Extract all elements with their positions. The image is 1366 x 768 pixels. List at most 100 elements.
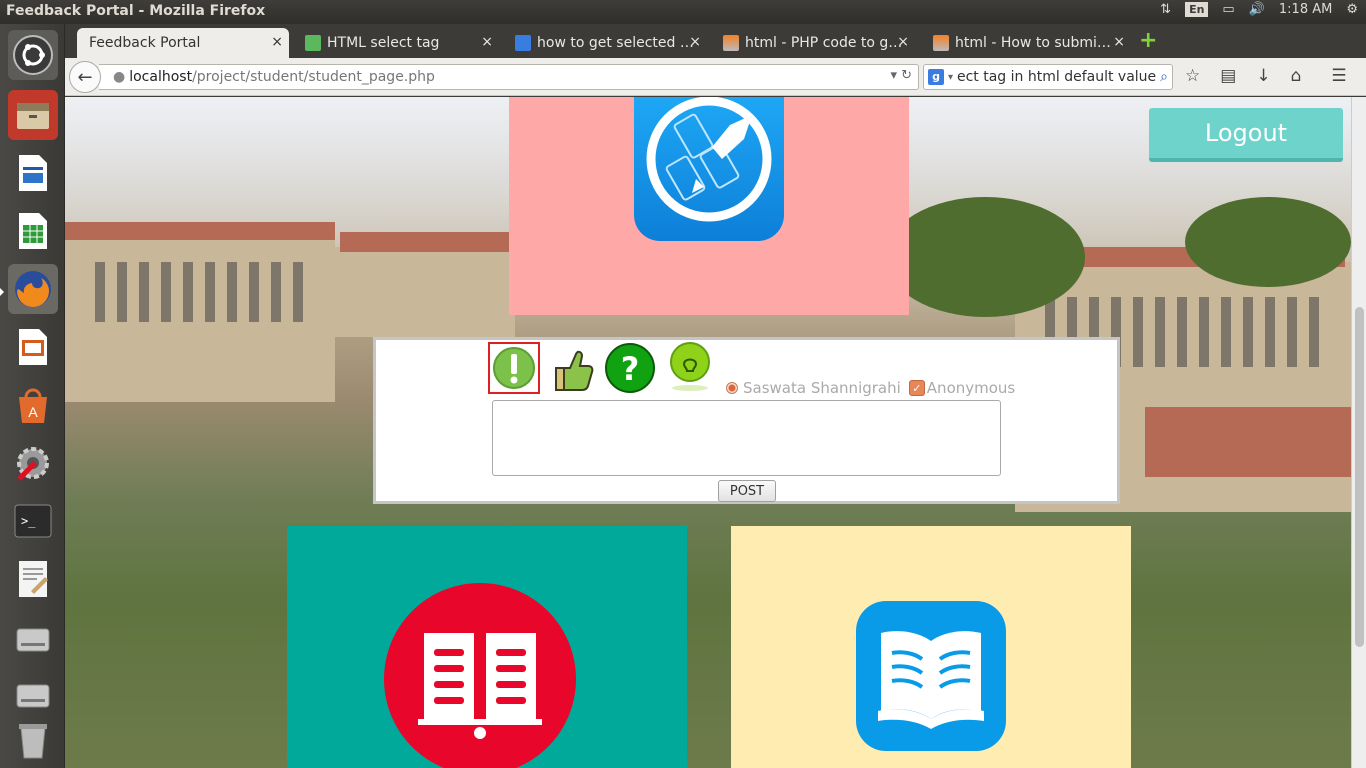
unity-launcher: A >_ xyxy=(0,24,65,768)
url-bar[interactable]: ● localhost/project/student/student_page… xyxy=(99,64,919,90)
close-icon[interactable]: × xyxy=(689,34,701,50)
app-flow-icon[interactable] xyxy=(634,97,784,241)
svg-text:?: ? xyxy=(621,350,640,388)
menu-icon[interactable]: ☰ xyxy=(1331,66,1346,86)
close-icon[interactable]: × xyxy=(1113,34,1125,50)
tab-feedback-portal[interactable]: Feedback Portal × xyxy=(77,28,289,58)
files-icon[interactable] xyxy=(8,90,58,140)
google-icon xyxy=(515,35,531,51)
active-app-indicator xyxy=(0,288,4,296)
search-input[interactable]: g ▾ select tag in html default value ⌕ xyxy=(923,64,1173,90)
globe-icon: ● xyxy=(113,69,126,85)
tab-how-to-submit[interactable]: html - How to submi… × xyxy=(921,28,1131,58)
bookmarks-list-icon[interactable]: ▤ xyxy=(1220,66,1236,86)
lightbulb-icon xyxy=(670,342,710,391)
page-scrollbar[interactable] xyxy=(1351,97,1366,768)
search-value: select tag in html default value xyxy=(957,69,1157,85)
panel-indicators: ⇅ En ▭ 🔊 1:18 AM ⚙ xyxy=(1160,2,1358,17)
search-icon[interactable]: ⌕ xyxy=(1160,69,1168,85)
feedback-type-idea[interactable] xyxy=(664,342,716,394)
drive-icon[interactable] xyxy=(8,614,58,664)
tab-strip: Feedback Portal × HTML select tag × how … xyxy=(65,24,1366,58)
back-button[interactable]: ← xyxy=(69,61,101,93)
battery-icon[interactable]: ▭ xyxy=(1222,2,1234,17)
tab-php-code[interactable]: html - PHP code to g… × xyxy=(711,28,915,58)
tab-label: html - How to submi… xyxy=(955,35,1111,51)
tab-html-select[interactable]: HTML select tag × xyxy=(293,28,499,58)
tab-label: HTML select tag xyxy=(327,35,440,51)
feedback-form: ? Saswata Shannigrahi ✓ Anonymous POST xyxy=(373,337,1120,504)
drive-icon[interactable] xyxy=(8,670,58,720)
home-icon[interactable]: ⌂ xyxy=(1291,66,1302,86)
question-icon: ? xyxy=(605,343,655,393)
download-icon[interactable]: ↓ xyxy=(1256,66,1270,86)
w3schools-icon xyxy=(305,35,321,51)
url-host: localhost xyxy=(129,69,193,85)
logout-button[interactable]: Logout xyxy=(1149,108,1343,162)
background-roof xyxy=(1145,407,1351,477)
close-icon[interactable]: × xyxy=(271,34,283,50)
keyboard-layout-indicator[interactable]: En xyxy=(1185,2,1209,17)
system-settings-icon[interactable] xyxy=(8,438,58,488)
firefox-icon[interactable] xyxy=(8,264,58,314)
feedback-type-like[interactable] xyxy=(548,342,600,394)
name-radio[interactable] xyxy=(726,382,738,394)
software-center-icon[interactable]: A xyxy=(8,380,58,430)
blue-book-icon xyxy=(856,601,1006,751)
close-icon[interactable]: × xyxy=(481,34,493,50)
feedback-type-warning[interactable] xyxy=(488,342,540,394)
anonymous-checkbox[interactable]: ✓ xyxy=(908,380,925,396)
reload-icon[interactable]: ▾ ↻ xyxy=(890,68,912,83)
background-tree xyxy=(885,197,1085,317)
background-building xyxy=(335,247,515,337)
text-editor-icon[interactable] xyxy=(8,554,58,604)
svg-text:A: A xyxy=(28,404,38,420)
google-icon: g xyxy=(928,69,944,85)
ubuntu-top-panel: Feedback Portal - Mozilla Firefox ⇅ En ▭… xyxy=(0,0,1366,24)
ubuntu-dash-icon[interactable] xyxy=(8,30,58,80)
trash-icon[interactable] xyxy=(8,720,58,760)
stackoverflow-icon xyxy=(933,35,949,51)
post-button[interactable]: POST xyxy=(718,480,776,502)
tab-label: how to get selected … xyxy=(537,35,694,51)
clock[interactable]: 1:18 AM xyxy=(1279,2,1332,17)
gear-icon[interactable]: ⚙ xyxy=(1346,2,1358,17)
thumbs-up-icon xyxy=(555,350,594,391)
tab-how-to-get-selected[interactable]: how to get selected … × xyxy=(503,28,707,58)
background-roof xyxy=(65,222,335,240)
background-tree xyxy=(1185,197,1351,287)
red-book-icon xyxy=(384,583,576,768)
name-radio-label: Saswata Shannigrahi xyxy=(743,379,901,397)
url-path: /project/student/student_page.php xyxy=(192,69,435,85)
bookmark-star-icon[interactable]: ☆ xyxy=(1185,66,1200,86)
tab-label: Feedback Portal xyxy=(89,35,201,51)
anonymous-label: Anonymous xyxy=(926,379,1016,397)
new-tab-icon[interactable]: + xyxy=(1139,30,1157,52)
chevron-down-icon[interactable]: ▾ xyxy=(948,72,953,83)
feedback-app-panel[interactable] xyxy=(509,97,909,315)
page-content: Logout ? Saswata Shannigrahi ✓ Anonymous… xyxy=(65,97,1351,768)
toolbar-icons: ☆ ▤ ↓ ⌂ ☰ xyxy=(1185,66,1347,86)
author-options: Saswata Shannigrahi ✓ Anonymous xyxy=(726,379,1015,397)
writer-icon[interactable] xyxy=(8,148,58,198)
read-panel[interactable] xyxy=(287,526,687,768)
impress-icon[interactable] xyxy=(8,322,58,372)
scrollbar-thumb[interactable] xyxy=(1355,307,1364,647)
close-icon[interactable]: × xyxy=(897,34,909,50)
network-icon[interactable]: ⇅ xyxy=(1160,2,1171,17)
tab-label: html - PHP code to g… xyxy=(745,35,903,51)
feedback-type-question[interactable]: ? xyxy=(604,342,656,394)
exclamation-icon xyxy=(493,347,535,389)
back-arrow-icon: ← xyxy=(77,66,93,88)
feedback-textarea[interactable] xyxy=(492,400,1001,476)
svg-text:>_: >_ xyxy=(21,514,36,528)
navigation-toolbar: ● localhost/project/student/student_page… xyxy=(65,58,1366,96)
stackoverflow-icon xyxy=(723,35,739,51)
volume-icon[interactable]: 🔊 xyxy=(1249,2,1265,17)
background-roof xyxy=(340,232,510,252)
library-panel[interactable] xyxy=(731,526,1131,768)
background-windows xyxy=(95,262,315,322)
calc-icon[interactable] xyxy=(8,206,58,256)
terminal-icon[interactable]: >_ xyxy=(8,496,58,546)
window-title: Feedback Portal - Mozilla Firefox xyxy=(6,3,266,19)
